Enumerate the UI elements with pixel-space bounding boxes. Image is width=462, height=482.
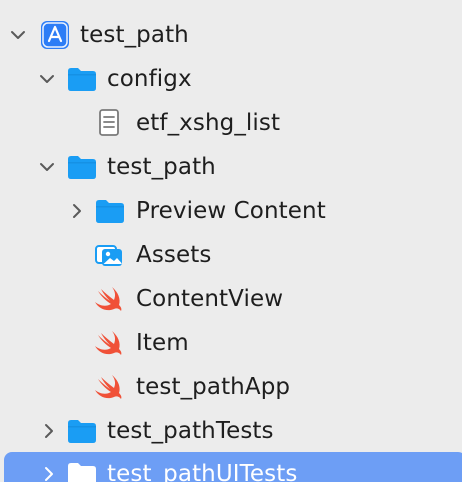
tree-item-label: test_pathUITests bbox=[107, 461, 298, 482]
app-store-project-icon bbox=[39, 19, 71, 51]
chevron-right-icon[interactable] bbox=[40, 465, 58, 482]
swift-icon bbox=[93, 371, 125, 403]
chevron-down-icon[interactable] bbox=[38, 158, 56, 176]
tree-item-label: test_path bbox=[107, 154, 216, 180]
chevron-down-icon[interactable] bbox=[38, 70, 56, 88]
tree-row-assets[interactable]: Assets bbox=[0, 233, 462, 277]
tree-row-test-pathtests[interactable]: test_pathTests bbox=[0, 409, 462, 453]
project-navigator: test_path configx etf_xshg_list test_pat… bbox=[0, 0, 462, 482]
tree-item-label: Assets bbox=[136, 242, 212, 268]
document-icon bbox=[93, 107, 125, 139]
folder-icon bbox=[66, 63, 98, 95]
tree-item-label: configx bbox=[107, 66, 192, 92]
swift-icon bbox=[93, 327, 125, 359]
tree-item-label: test_path bbox=[80, 22, 189, 48]
folder-icon bbox=[66, 415, 98, 447]
asset-catalog-icon bbox=[93, 239, 125, 271]
tree-item-label: ContentView bbox=[136, 286, 284, 312]
tree-item-label: Preview Content bbox=[136, 198, 326, 224]
tree-item-label: Item bbox=[136, 330, 189, 356]
chevron-right-icon[interactable] bbox=[40, 422, 58, 440]
swift-icon bbox=[93, 283, 125, 315]
tree-row-preview-content[interactable]: Preview Content bbox=[0, 189, 462, 233]
tree-row-test-pathuitests[interactable]: test_pathUITests bbox=[4, 452, 462, 482]
tree-row-project[interactable]: test_path bbox=[0, 13, 462, 57]
tree-item-label: test_pathTests bbox=[107, 418, 274, 444]
tree-row-contentview[interactable]: ContentView bbox=[0, 277, 462, 321]
folder-icon bbox=[66, 458, 98, 482]
tree-row-test-path-group[interactable]: test_path bbox=[0, 145, 462, 189]
folder-icon bbox=[66, 151, 98, 183]
tree-row-item[interactable]: Item bbox=[0, 321, 462, 365]
tree-row-configx[interactable]: configx bbox=[0, 57, 462, 101]
chevron-right-icon[interactable] bbox=[68, 202, 86, 220]
tree-row-etf-xshg-list[interactable]: etf_xshg_list bbox=[0, 101, 462, 145]
folder-icon bbox=[94, 195, 126, 227]
chevron-down-icon[interactable] bbox=[9, 26, 27, 44]
tree-item-label: test_pathApp bbox=[136, 374, 291, 400]
tree-item-label: etf_xshg_list bbox=[136, 110, 281, 136]
tree-row-test-pathapp[interactable]: test_pathApp bbox=[0, 365, 462, 409]
